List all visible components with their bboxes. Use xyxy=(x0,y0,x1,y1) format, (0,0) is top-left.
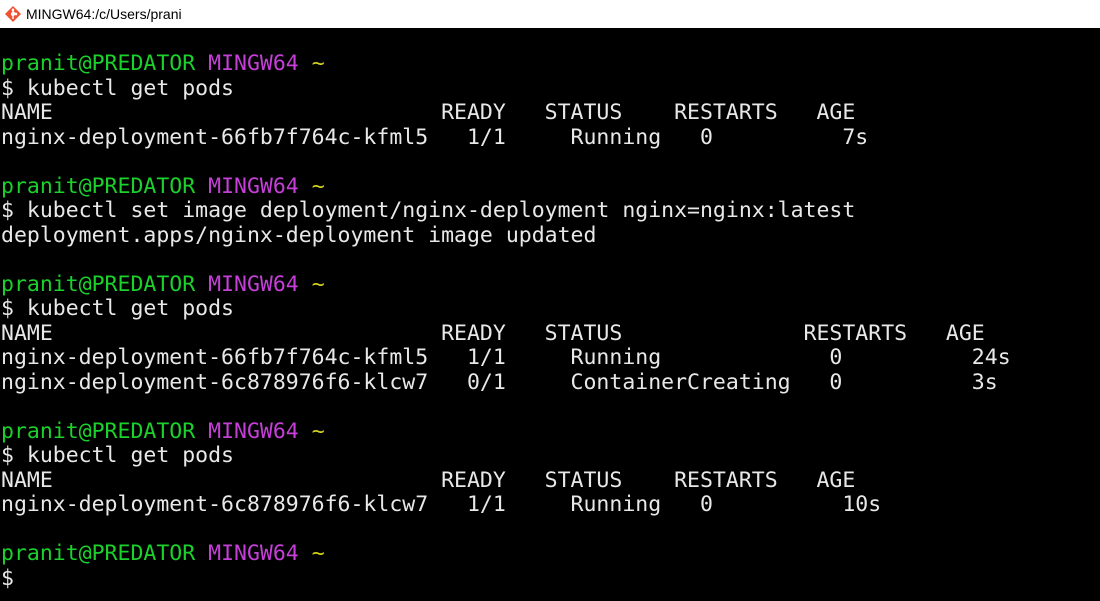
output-line: deployment.apps/nginx-deployment image u… xyxy=(1,222,597,248)
prompt-line: pranit@PREDATOR MINGW64 ~ xyxy=(1,418,1100,445)
prompt-user: pranit@PREDATOR xyxy=(1,173,196,199)
git-bash-diamond-icon xyxy=(4,5,22,23)
prompt-host: MINGW64 xyxy=(208,52,299,76)
prompt-line: pranit@PREDATOR MINGW64 ~ xyxy=(1,52,1100,77)
terminal-window: MINGW64:/c/Users/prani pranit@PREDATOR M… xyxy=(0,0,1100,601)
prompt-path: ~ xyxy=(311,173,325,199)
window-title: MINGW64:/c/Users/prani xyxy=(26,6,182,22)
prompt-host: MINGW64 xyxy=(208,541,299,566)
prompt-line: pranit@PREDATOR MINGW64 ~ xyxy=(1,173,1100,200)
prompt-user: pranit@PREDATOR xyxy=(1,271,196,297)
output-line: nginx-deployment-66fb7f764c-kfml5 1/1 Ru… xyxy=(1,345,1011,370)
command-line: $ kubectl get pods xyxy=(1,443,234,468)
terminal-output-area[interactable]: pranit@PREDATOR MINGW64 ~ $ kubectl get p… xyxy=(0,52,1100,601)
command-line: $ kubectl get pods xyxy=(1,75,234,101)
prompt-user: pranit@PREDATOR xyxy=(1,418,196,444)
prompt-path: ~ xyxy=(311,418,325,444)
prompt-host: MINGW64 xyxy=(208,173,299,199)
prompt-user: pranit@PREDATOR xyxy=(1,541,196,566)
prompt-path: ~ xyxy=(311,52,325,76)
output-line: NAME READY STATUS RESTARTS AGE xyxy=(1,320,985,346)
output-line: nginx-deployment-6c878976f6-klcw7 1/1 Ru… xyxy=(1,492,882,517)
command-line: $ xyxy=(1,565,14,591)
output-line: nginx-deployment-6c878976f6-klcw7 0/1 Co… xyxy=(1,369,998,395)
output-line: NAME READY STATUS RESTARTS AGE xyxy=(1,100,856,125)
command-line: $ kubectl get pods xyxy=(1,296,234,321)
command-line: $ kubectl set image deployment/nginx-dep… xyxy=(1,198,856,223)
prompt-host: MINGW64 xyxy=(208,271,299,297)
prompt-line: pranit@PREDATOR MINGW64 ~ xyxy=(1,271,1100,298)
prompt-host: MINGW64 xyxy=(208,418,299,444)
prompt-path: ~ xyxy=(311,541,325,566)
output-line: NAME READY STATUS RESTARTS AGE xyxy=(1,467,856,493)
prompt-line: pranit@PREDATOR MINGW64 ~ xyxy=(1,541,1100,567)
prompt-user: pranit@PREDATOR xyxy=(1,52,196,76)
output-line: nginx-deployment-66fb7f764c-kfml5 1/1 Ru… xyxy=(1,124,869,150)
title-bar[interactable]: MINGW64:/c/Users/prani xyxy=(0,0,1100,28)
prompt-path: ~ xyxy=(311,271,325,297)
